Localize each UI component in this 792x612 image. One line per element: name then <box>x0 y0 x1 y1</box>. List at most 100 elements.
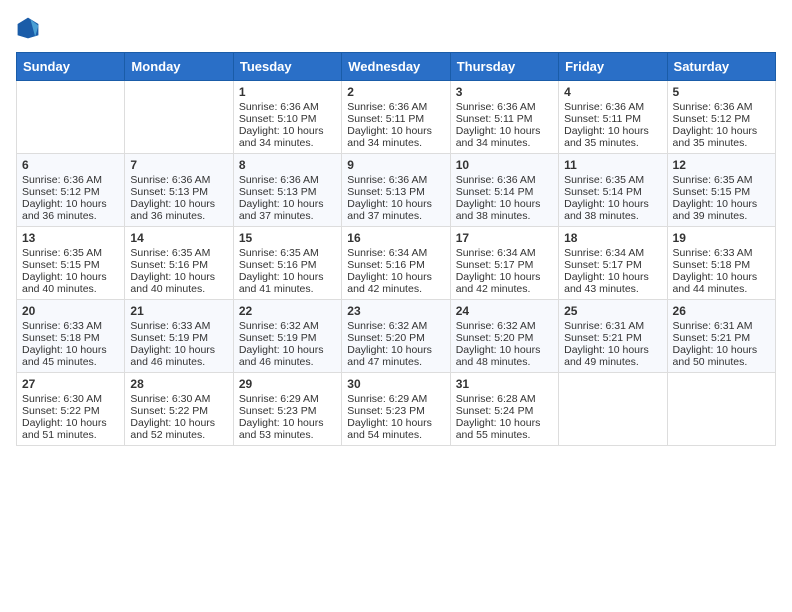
calendar-table: SundayMondayTuesdayWednesdayThursdayFrid… <box>16 52 776 446</box>
calendar-cell <box>559 373 667 446</box>
weekday-header-thursday: Thursday <box>450 53 558 81</box>
calendar-cell: 17Sunrise: 6:34 AMSunset: 5:17 PMDayligh… <box>450 227 558 300</box>
day-number: 20 <box>22 304 119 318</box>
day-number: 18 <box>564 231 661 245</box>
daylight-text: Daylight: 10 hours and 42 minutes. <box>456 271 553 295</box>
sunrise-text: Sunrise: 6:35 AM <box>239 247 336 259</box>
calendar-cell: 2Sunrise: 6:36 AMSunset: 5:11 PMDaylight… <box>342 81 450 154</box>
weekday-header-monday: Monday <box>125 53 233 81</box>
daylight-text: Daylight: 10 hours and 39 minutes. <box>673 198 770 222</box>
sunrise-text: Sunrise: 6:32 AM <box>456 320 553 332</box>
sunrise-text: Sunrise: 6:36 AM <box>239 101 336 113</box>
sunset-text: Sunset: 5:13 PM <box>347 186 444 198</box>
calendar-cell: 8Sunrise: 6:36 AMSunset: 5:13 PMDaylight… <box>233 154 341 227</box>
day-number: 7 <box>130 158 227 172</box>
sunset-text: Sunset: 5:14 PM <box>564 186 661 198</box>
sunrise-text: Sunrise: 6:36 AM <box>347 101 444 113</box>
logo-icon <box>16 16 40 40</box>
calendar-cell: 20Sunrise: 6:33 AMSunset: 5:18 PMDayligh… <box>17 300 125 373</box>
daylight-text: Daylight: 10 hours and 46 minutes. <box>239 344 336 368</box>
day-number: 8 <box>239 158 336 172</box>
sunset-text: Sunset: 5:16 PM <box>239 259 336 271</box>
calendar-cell: 25Sunrise: 6:31 AMSunset: 5:21 PMDayligh… <box>559 300 667 373</box>
calendar-cell: 24Sunrise: 6:32 AMSunset: 5:20 PMDayligh… <box>450 300 558 373</box>
daylight-text: Daylight: 10 hours and 34 minutes. <box>239 125 336 149</box>
daylight-text: Daylight: 10 hours and 40 minutes. <box>130 271 227 295</box>
calendar-cell: 28Sunrise: 6:30 AMSunset: 5:22 PMDayligh… <box>125 373 233 446</box>
day-number: 25 <box>564 304 661 318</box>
calendar-cell: 10Sunrise: 6:36 AMSunset: 5:14 PMDayligh… <box>450 154 558 227</box>
day-number: 19 <box>673 231 770 245</box>
day-number: 11 <box>564 158 661 172</box>
sunset-text: Sunset: 5:18 PM <box>22 332 119 344</box>
day-number: 4 <box>564 85 661 99</box>
sunset-text: Sunset: 5:21 PM <box>673 332 770 344</box>
calendar-cell: 29Sunrise: 6:29 AMSunset: 5:23 PMDayligh… <box>233 373 341 446</box>
calendar-cell: 7Sunrise: 6:36 AMSunset: 5:13 PMDaylight… <box>125 154 233 227</box>
calendar-cell: 30Sunrise: 6:29 AMSunset: 5:23 PMDayligh… <box>342 373 450 446</box>
sunrise-text: Sunrise: 6:31 AM <box>564 320 661 332</box>
calendar-cell: 18Sunrise: 6:34 AMSunset: 5:17 PMDayligh… <box>559 227 667 300</box>
sunrise-text: Sunrise: 6:36 AM <box>673 101 770 113</box>
sunset-text: Sunset: 5:17 PM <box>564 259 661 271</box>
daylight-text: Daylight: 10 hours and 50 minutes. <box>673 344 770 368</box>
calendar-cell: 16Sunrise: 6:34 AMSunset: 5:16 PMDayligh… <box>342 227 450 300</box>
calendar-cell: 14Sunrise: 6:35 AMSunset: 5:16 PMDayligh… <box>125 227 233 300</box>
daylight-text: Daylight: 10 hours and 51 minutes. <box>22 417 119 441</box>
day-number: 3 <box>456 85 553 99</box>
day-number: 24 <box>456 304 553 318</box>
sunset-text: Sunset: 5:15 PM <box>673 186 770 198</box>
daylight-text: Daylight: 10 hours and 43 minutes. <box>564 271 661 295</box>
sunrise-text: Sunrise: 6:29 AM <box>239 393 336 405</box>
sunrise-text: Sunrise: 6:35 AM <box>564 174 661 186</box>
daylight-text: Daylight: 10 hours and 47 minutes. <box>347 344 444 368</box>
daylight-text: Daylight: 10 hours and 36 minutes. <box>22 198 119 222</box>
daylight-text: Daylight: 10 hours and 44 minutes. <box>673 271 770 295</box>
weekday-header-friday: Friday <box>559 53 667 81</box>
sunset-text: Sunset: 5:13 PM <box>239 186 336 198</box>
day-number: 17 <box>456 231 553 245</box>
calendar-cell: 1 Sunrise: 6:36 AMSunset: 5:10 PMDaylight… <box>233 81 341 154</box>
calendar-cell <box>17 81 125 154</box>
daylight-text: Daylight: 10 hours and 41 minutes. <box>239 271 336 295</box>
day-number: 14 <box>130 231 227 245</box>
daylight-text: Daylight: 10 hours and 35 minutes. <box>673 125 770 149</box>
calendar-week-2: 6Sunrise: 6:36 AMSunset: 5:12 PMDaylight… <box>17 154 776 227</box>
daylight-text: Daylight: 10 hours and 54 minutes. <box>347 417 444 441</box>
day-number: 1 <box>239 85 336 99</box>
day-number: 21 <box>130 304 227 318</box>
sunset-text: Sunset: 5:23 PM <box>239 405 336 417</box>
day-number: 23 <box>347 304 444 318</box>
calendar-week-1: 1Sunrise: 6:36 AMSunset: 5:10 PMDaylight… <box>17 81 776 154</box>
logo <box>16 16 44 40</box>
calendar-cell <box>667 373 775 446</box>
sunset-text: Sunset: 5:10 PM <box>239 113 336 125</box>
sunrise-text: Sunrise: 6:33 AM <box>22 320 119 332</box>
daylight-text: Daylight: 10 hours and 35 minutes. <box>564 125 661 149</box>
day-number: 15 <box>239 231 336 245</box>
day-number: 22 <box>239 304 336 318</box>
calendar-cell: 3Sunrise: 6:36 AMSunset: 5:11 PMDaylight… <box>450 81 558 154</box>
weekday-header-saturday: Saturday <box>667 53 775 81</box>
sunset-text: Sunset: 5:19 PM <box>130 332 227 344</box>
day-number: 12 <box>673 158 770 172</box>
sunrise-text: Sunrise: 6:36 AM <box>347 174 444 186</box>
calendar-week-5: 27Sunrise: 6:30 AMSunset: 5:22 PMDayligh… <box>17 373 776 446</box>
sunset-text: Sunset: 5:22 PM <box>130 405 227 417</box>
sunset-text: Sunset: 5:17 PM <box>456 259 553 271</box>
day-number: 16 <box>347 231 444 245</box>
sunset-text: Sunset: 5:20 PM <box>456 332 553 344</box>
daylight-text: Daylight: 10 hours and 34 minutes. <box>347 125 444 149</box>
sunrise-text: Sunrise: 6:36 AM <box>456 101 553 113</box>
daylight-text: Daylight: 10 hours and 52 minutes. <box>130 417 227 441</box>
calendar-header-row: SundayMondayTuesdayWednesdayThursdayFrid… <box>17 53 776 81</box>
day-number: 10 <box>456 158 553 172</box>
calendar-cell: 13Sunrise: 6:35 AMSunset: 5:15 PMDayligh… <box>17 227 125 300</box>
calendar-cell: 15 Sunrise: 6:35 AMSunset: 5:16 PMDayligh… <box>233 227 341 300</box>
daylight-text: Daylight: 10 hours and 46 minutes. <box>130 344 227 368</box>
day-number: 27 <box>22 377 119 391</box>
sunset-text: Sunset: 5:11 PM <box>456 113 553 125</box>
day-number: 6 <box>22 158 119 172</box>
sunrise-text: Sunrise: 6:36 AM <box>22 174 119 186</box>
daylight-text: Daylight: 10 hours and 38 minutes. <box>564 198 661 222</box>
